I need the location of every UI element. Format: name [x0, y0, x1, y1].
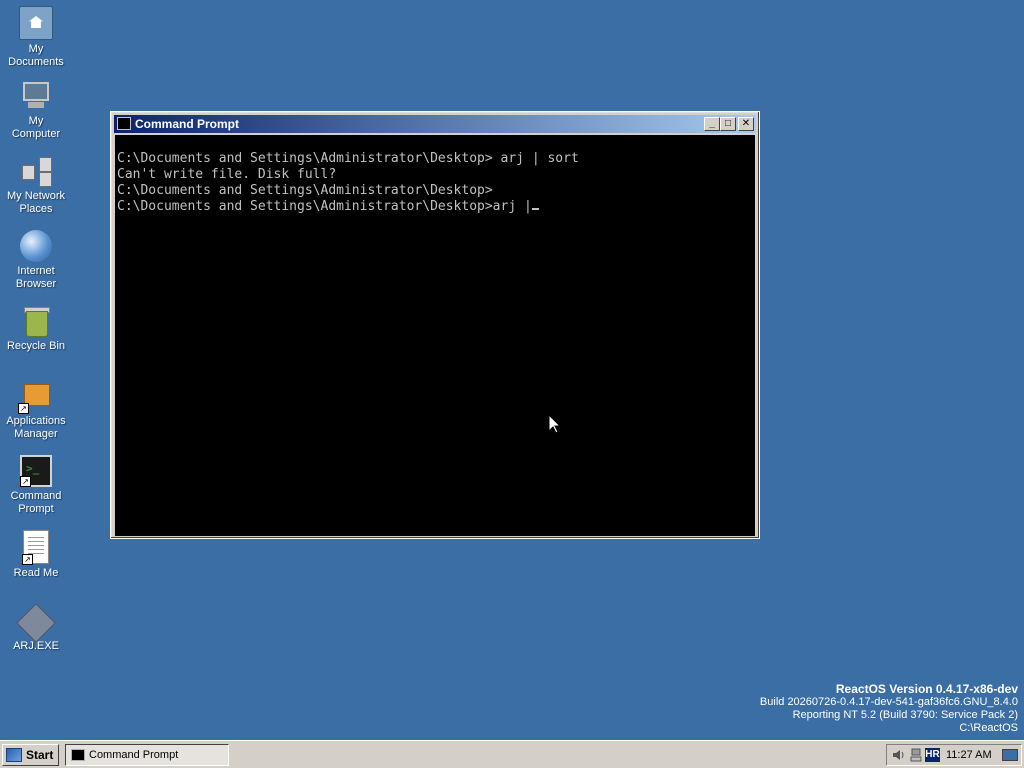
- desktop-icon-network-places[interactable]: My Network Places: [0, 155, 72, 216]
- version-reporting: Reporting NT 5.2 (Build 3790: Service Pa…: [792, 709, 1018, 721]
- network-icon[interactable]: [910, 748, 922, 762]
- desktop-icon-label: My Documents: [8, 43, 64, 68]
- start-label: Start: [26, 748, 54, 762]
- my-documents-icon: [19, 6, 53, 40]
- text-cursor: [531, 208, 539, 210]
- console-line: C:\Documents and Settings\Administrator\…: [117, 183, 493, 198]
- desktop-icon-my-documents[interactable]: My Documents: [0, 6, 72, 69]
- command-prompt-icon: ↗: [20, 455, 52, 487]
- command-prompt-icon: [71, 749, 85, 761]
- taskbar-button-label: Command Prompt: [89, 749, 179, 761]
- desktop-icon-recycle-bin[interactable]: Recycle Bin: [0, 305, 72, 353]
- my-computer-icon: [20, 80, 52, 112]
- taskbar-button-command-prompt[interactable]: Command Prompt: [65, 744, 229, 766]
- console-output[interactable]: C:\Documents and Settings\Administrator\…: [115, 135, 755, 536]
- arj-exe-icon: [16, 603, 56, 643]
- taskbar: Start Command Prompt HR 11:27 AM: [0, 740, 1024, 768]
- desktop-icon-label: My Network Places: [6, 190, 66, 215]
- desktop-icon-label: Applications Manager: [6, 415, 66, 440]
- applications-manager-icon: ↗: [18, 380, 52, 414]
- desktop-icon-label: My Computer: [11, 115, 61, 140]
- minimize-button[interactable]: _: [704, 117, 720, 131]
- console-line-current: C:\Documents and Settings\Administrator\…: [117, 199, 755, 215]
- desktop-icon-read-me[interactable]: ↗ Read Me: [0, 530, 72, 580]
- desktop-icon-label: Read Me: [13, 567, 59, 579]
- console-line: Can't write file. Disk full?: [117, 167, 337, 182]
- clock[interactable]: 11:27 AM: [946, 745, 992, 765]
- version-build: Build 20260726-0.4.17-dev-541-gaf36fc6.G…: [759, 696, 1018, 708]
- start-logo-icon: [6, 748, 22, 762]
- language-indicator[interactable]: HR: [925, 748, 940, 762]
- version-title: ReactOS Version 0.4.17-x86-dev: [835, 682, 1018, 696]
- desktop-icon-applications-manager[interactable]: ↗ Applications Manager: [0, 380, 72, 441]
- show-desktop-icon[interactable]: [1002, 749, 1018, 761]
- window-title: Command Prompt: [135, 117, 240, 131]
- volume-icon[interactable]: [892, 748, 906, 762]
- maximize-button[interactable]: □: [720, 117, 736, 131]
- desktop-icon-my-computer[interactable]: My Computer: [0, 80, 72, 141]
- read-me-icon: ↗: [22, 530, 49, 565]
- command-prompt-window[interactable]: Command Prompt _ □ ✕ C:\Documents and Se…: [110, 111, 760, 539]
- desktop-icon-internet-browser[interactable]: Internet Browser: [0, 230, 72, 291]
- version-path: C:\ReactOS: [959, 722, 1018, 734]
- version-info: ReactOS Version 0.4.17-x86-dev Build 202…: [760, 683, 1018, 735]
- recycle-bin-icon: [20, 305, 52, 337]
- internet-browser-icon: [20, 230, 52, 262]
- desktop-icon-label: Command Prompt: [10, 490, 62, 515]
- desktop-icon-command-prompt[interactable]: ↗ Command Prompt: [0, 455, 72, 516]
- desktop: My Documents My Computer My Network Plac…: [0, 0, 1024, 740]
- command-prompt-icon: [117, 117, 131, 130]
- desktop-icon-arj-exe[interactable]: ARJ.EXE: [0, 603, 72, 653]
- window-titlebar[interactable]: Command Prompt _ □ ✕: [114, 115, 756, 133]
- desktop-icon-label: Internet Browser: [15, 265, 57, 290]
- system-tray: HR 11:27 AM: [886, 744, 1022, 766]
- network-places-icon: [20, 155, 52, 187]
- console-line: C:\Documents and Settings\Administrator\…: [117, 151, 579, 166]
- start-button[interactable]: Start: [2, 744, 59, 766]
- console-input-text: C:\Documents and Settings\Administrator\…: [117, 199, 532, 214]
- desktop-icon-label: Recycle Bin: [6, 340, 66, 352]
- close-button[interactable]: ✕: [738, 117, 754, 131]
